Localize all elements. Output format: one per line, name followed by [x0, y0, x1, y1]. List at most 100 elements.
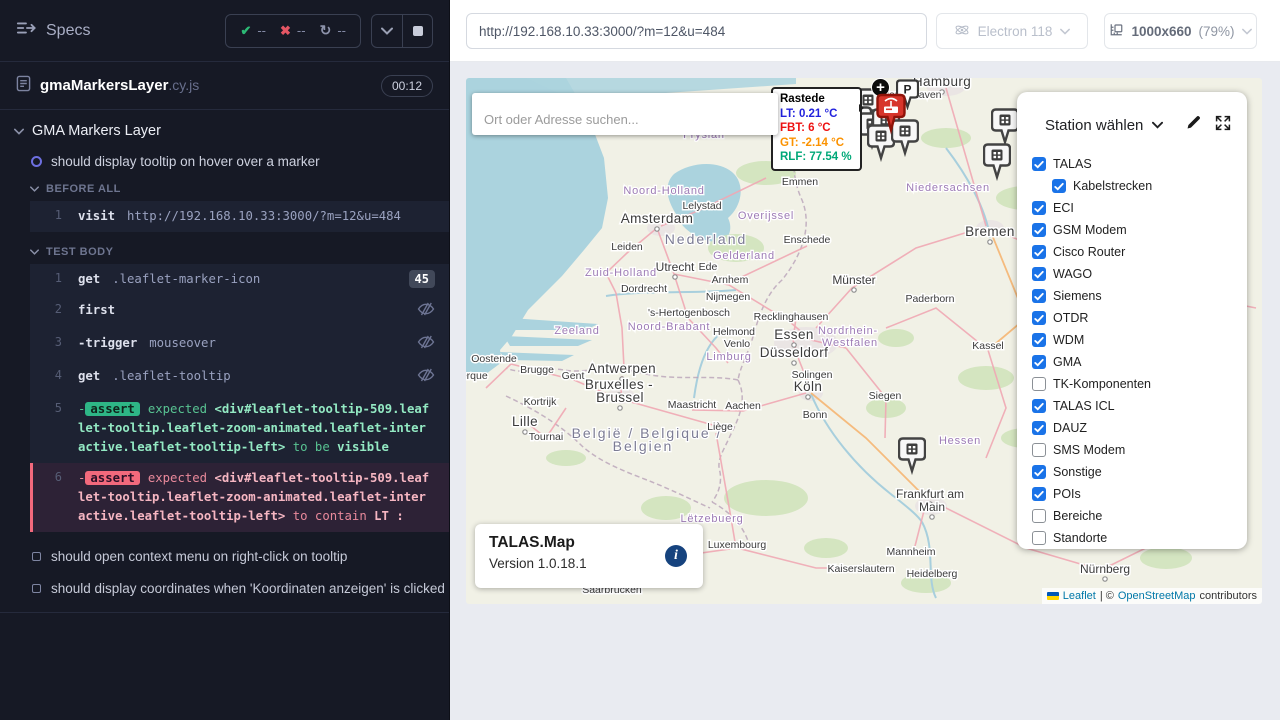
url-input[interactable] — [466, 13, 927, 49]
command-row[interactable]: 4 get.leaflet-tooltip — [30, 361, 449, 394]
info-icon[interactable]: i — [665, 545, 687, 567]
checkbox-unchecked-icon[interactable] — [1032, 443, 1046, 457]
command-row[interactable]: 1 visithttp://192.168.10.33:3000/?m=12&u… — [30, 201, 449, 232]
map-label: Tournai — [529, 431, 563, 443]
map-label: Oostende — [471, 353, 517, 365]
tooltip-row: FBT: 6 °C — [780, 121, 852, 136]
station-marker-icon[interactable] — [983, 143, 1011, 186]
station-item-bereiche[interactable]: Bereiche — [1032, 508, 1247, 524]
checkbox-checked-icon[interactable] — [1032, 465, 1046, 479]
station-item-otdr[interactable]: OTDR — [1032, 310, 1247, 326]
map-label: Kaiserslautern — [827, 563, 894, 575]
osm-link[interactable]: OpenStreetMap — [1118, 590, 1196, 602]
checkbox-checked-icon[interactable] — [1032, 311, 1046, 325]
station-item-label: ECI — [1053, 201, 1074, 215]
command-row[interactable]: 2 first — [30, 295, 449, 328]
leaflet-tooltip[interactable]: Rastede LT: 0.21 °CFBT: 6 °CGT: -2.14 °C… — [771, 87, 862, 171]
chevron-down-icon[interactable] — [1152, 121, 1163, 129]
gma-marker-icon[interactable] — [876, 93, 906, 140]
map-label: Overijssel — [738, 210, 794, 222]
command-row[interactable]: 3 -triggermouseover — [30, 328, 449, 361]
checkbox-unchecked-icon[interactable] — [1032, 377, 1046, 391]
map-label: Noord-Holland — [623, 185, 704, 197]
eye-slash-icon — [409, 301, 439, 322]
checkbox-checked-icon[interactable] — [1032, 487, 1046, 501]
map-label: 's-Hertogenbosch — [648, 307, 730, 319]
checkbox-checked-icon[interactable] — [1032, 355, 1046, 369]
checkbox-checked-icon[interactable] — [1032, 333, 1046, 347]
station-item-standorte[interactable]: Standorte — [1032, 530, 1247, 546]
station-item-wdm[interactable]: WDM — [1032, 332, 1247, 348]
test-body-commands: 1 get.leaflet-marker-icon 45 2 first 3 -… — [30, 264, 449, 532]
pending-test-row[interactable]: should display coordinates when 'Koordin… — [32, 581, 449, 596]
leaflet-map[interactable]: HamburgBremerhavenBremenNiedersachsenEmm… — [466, 78, 1262, 604]
assert-passed-row[interactable]: 5 -assertexpected <div#leaflet-tooltip-5… — [30, 394, 449, 463]
checkbox-unchecked-icon[interactable] — [1032, 531, 1046, 545]
station-item-siemens[interactable]: Siemens — [1032, 288, 1247, 304]
checkbox-unchecked-icon[interactable] — [1032, 509, 1046, 523]
checkbox-checked-icon[interactable] — [1032, 421, 1046, 435]
assert-failed-row[interactable]: 6 -assertexpected <div#leaflet-tooltip-5… — [30, 463, 449, 532]
suite-title: GMA Markers Layer — [32, 123, 161, 139]
station-item-talas-icl[interactable]: TALAS ICL — [1032, 398, 1247, 414]
command-row[interactable]: 1 get.leaflet-marker-icon 45 — [30, 264, 449, 295]
station-item-sms-modem[interactable]: SMS Modem — [1032, 442, 1247, 458]
specs-title[interactable]: Specs — [46, 22, 90, 40]
map-label: Aachen — [725, 400, 761, 412]
checkbox-checked-icon[interactable] — [1032, 201, 1046, 215]
station-marker-icon[interactable] — [898, 437, 926, 480]
command-name: get — [78, 369, 100, 383]
station-item-pois[interactable]: POIs — [1032, 486, 1247, 502]
station-item-label: GSM Modem — [1053, 223, 1127, 237]
stop-button[interactable] — [402, 15, 432, 47]
checkbox-checked-icon[interactable] — [1032, 399, 1046, 413]
viewport-select[interactable]: 1000x660 (79%) — [1104, 13, 1257, 49]
station-item-wago[interactable]: WAGO — [1032, 266, 1247, 282]
station-item-eci[interactable]: ECI — [1032, 200, 1247, 216]
before-all-header[interactable]: BEFORE ALL — [30, 183, 449, 195]
browser-select[interactable]: Electron 118 — [936, 13, 1088, 49]
command-name: get — [78, 272, 100, 286]
edit-pencil-icon[interactable] — [1185, 114, 1202, 136]
station-item-kabelstrecken[interactable]: Kabelstrecken — [1052, 178, 1247, 194]
pending-refresh-icon: ↻ — [320, 22, 332, 39]
stat-failed: ✖-- — [280, 23, 306, 39]
leaflet-link[interactable]: Leaflet — [1063, 590, 1096, 602]
map-label: Siegen — [869, 390, 902, 402]
element-count-badge: 45 — [409, 270, 435, 288]
station-item-dauz[interactable]: DAUZ — [1032, 420, 1247, 436]
station-item-talas[interactable]: TALAS — [1032, 156, 1247, 172]
map-label: Gent — [562, 370, 585, 382]
suite-row[interactable]: GMA Markers Layer — [14, 123, 449, 139]
checkbox-checked-icon[interactable] — [1052, 179, 1066, 193]
passed-check-icon: ✔ — [240, 23, 251, 39]
version-card: TALAS.Map Version 1.0.18.1 i — [475, 524, 703, 588]
search-input[interactable] — [472, 93, 778, 135]
map-label: Zuid-Holland — [585, 267, 657, 279]
active-test-row[interactable]: should display tooltip on hover over a m… — [31, 154, 449, 169]
panel-title[interactable]: Station wählen — [1045, 117, 1143, 134]
before-all-commands: 1 visithttp://192.168.10.33:3000/?m=12&u… — [30, 201, 449, 232]
chevron-down-icon — [14, 128, 24, 135]
checkbox-checked-icon[interactable] — [1032, 289, 1046, 303]
checkbox-checked-icon[interactable] — [1032, 245, 1046, 259]
map-label: Kassel — [972, 340, 1004, 352]
test-body-header[interactable]: TEST BODY — [30, 246, 449, 258]
map-label: Westfalen — [822, 337, 878, 349]
station-item-tk-komponenten[interactable]: TK-Komponenten — [1032, 376, 1247, 392]
collapse-chevron-icon[interactable] — [372, 15, 402, 47]
expand-icon[interactable] — [1215, 115, 1231, 136]
checkbox-checked-icon[interactable] — [1032, 223, 1046, 237]
station-item-sonstige[interactable]: Sonstige — [1032, 464, 1247, 480]
station-item-cisco-router[interactable]: Cisco Router — [1032, 244, 1247, 260]
map-label: Helmond — [713, 326, 755, 338]
station-item-gsm-modem[interactable]: GSM Modem — [1032, 222, 1247, 238]
spec-file-row[interactable]: gmaMarkersLayer.cy.js 00:12 — [0, 62, 449, 110]
checkbox-checked-icon[interactable] — [1032, 157, 1046, 171]
specs-menu-icon[interactable] — [16, 20, 36, 41]
map-label: Recklinghausen — [754, 311, 829, 323]
station-item-gma[interactable]: GMA — [1032, 354, 1247, 370]
pending-test-row[interactable]: should open context menu on right-click … — [32, 549, 449, 564]
checkbox-checked-icon[interactable] — [1032, 267, 1046, 281]
tooltip-row: RLF: 77.54 % — [780, 150, 852, 165]
